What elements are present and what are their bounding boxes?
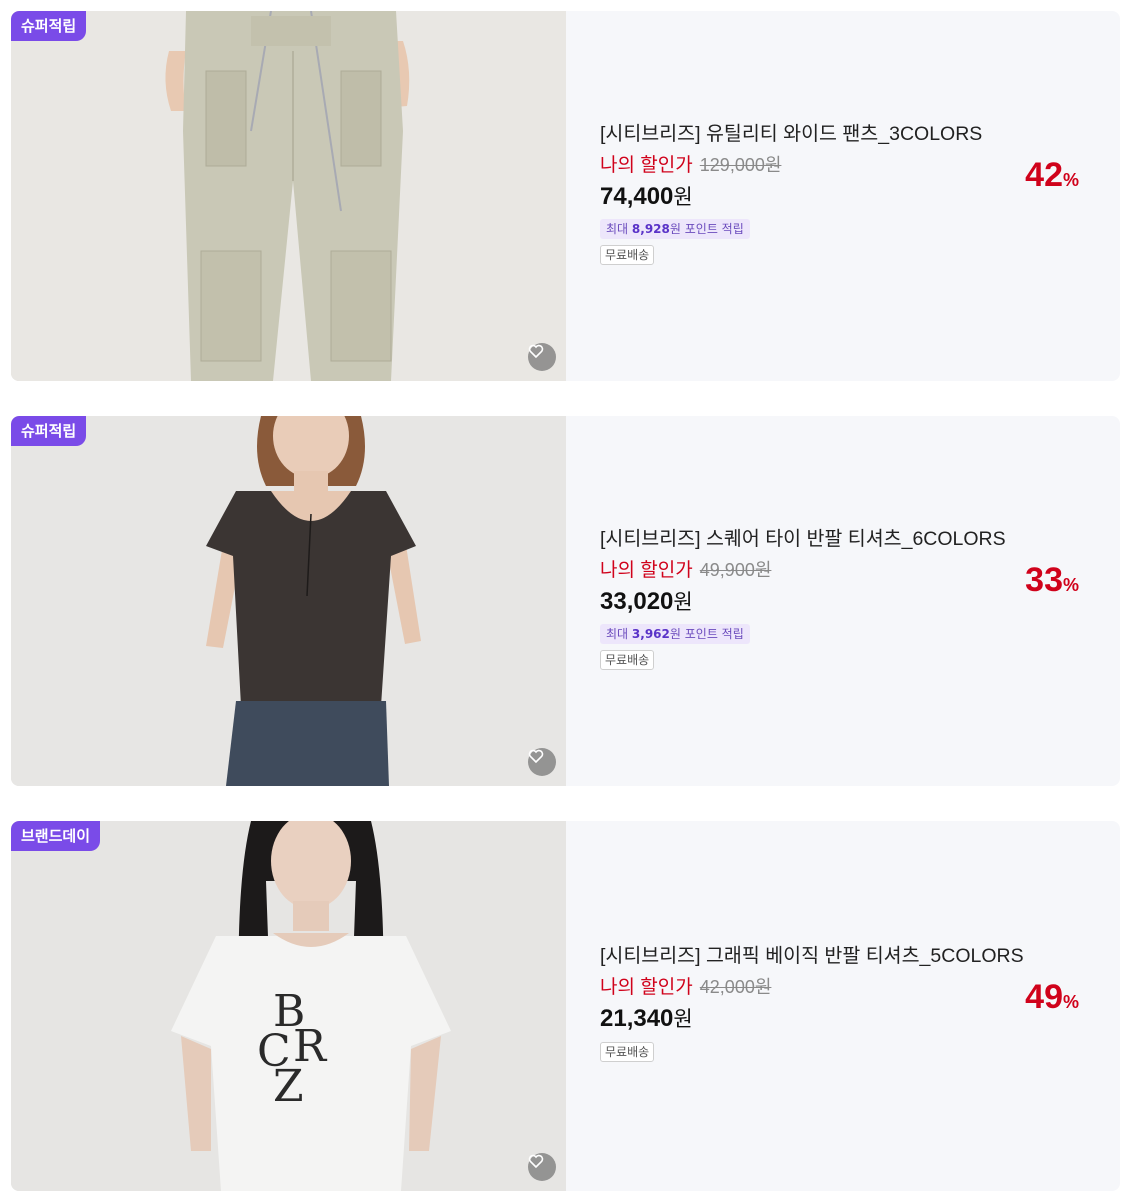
product-list: 슈퍼적립 [시티브리즈] 유틸리티 와이드 팬츠_3COLORS 나의 할인가 … — [0, 0, 1131, 1200]
discount-value: 49 — [1025, 978, 1063, 1016]
discount-unit: % — [1062, 992, 1079, 1012]
final-price: 33,020 — [600, 588, 674, 615]
point-amount: 8,928 — [631, 222, 670, 236]
free-shipping-chip: 무료배송 — [600, 1042, 655, 1062]
wishlist-button[interactable] — [528, 1153, 556, 1181]
discount-unit: % — [1062, 170, 1079, 190]
heart-icon — [528, 1154, 544, 1169]
svg-text:Z: Z — [273, 1061, 304, 1112]
final-price: 74,400 — [600, 183, 674, 210]
product-title[interactable]: [시티브리즈] 스퀘어 타이 반팔 티셔츠_6COLORS — [600, 526, 1100, 552]
product-image[interactable]: B C R Z 브랜드데이 — [11, 821, 566, 1191]
pants-photo — [11, 11, 566, 381]
discount-unit: % — [1062, 575, 1079, 595]
wishlist-button[interactable] — [528, 343, 556, 371]
currency-unit: 원 — [673, 186, 693, 209]
promo-badge: 브랜드데이 — [11, 821, 101, 851]
my-price-label: 나의 할인가 — [600, 560, 693, 581]
tee-photo — [11, 416, 566, 786]
product-card[interactable]: 슈퍼적립 [시티브리즈] 스퀘어 타이 반팔 티셔츠_6COLORS 나의 할인… — [11, 416, 1120, 786]
point-suffix: 원 포인트 적립 — [669, 222, 744, 236]
discount-rate: 33% — [1025, 561, 1079, 600]
point-prefix: 최대 — [606, 627, 629, 641]
heart-icon — [528, 344, 544, 359]
original-price: 42,000원 — [699, 977, 772, 997]
discount-value: 33 — [1025, 561, 1063, 599]
my-price-label: 나의 할인가 — [600, 977, 693, 998]
currency-unit: 원 — [673, 1008, 693, 1031]
graphic-tee-photo: B C R Z — [11, 821, 566, 1191]
my-price-label: 나의 할인가 — [600, 155, 693, 176]
promo-badge: 슈퍼적립 — [11, 11, 87, 41]
point-prefix: 최대 — [606, 222, 629, 236]
product-card[interactable]: 슈퍼적립 [시티브리즈] 유틸리티 와이드 팬츠_3COLORS 나의 할인가 … — [11, 11, 1120, 381]
product-card[interactable]: B C R Z 브랜드데이 [시티브리즈] 그래픽 베이직 반팔 티셔츠_5CO… — [11, 821, 1120, 1191]
product-image[interactable]: 슈퍼적립 — [11, 11, 566, 381]
discount-value: 42 — [1025, 156, 1063, 194]
currency-unit: 원 — [673, 591, 693, 614]
free-shipping-chip: 무료배송 — [600, 245, 655, 265]
point-suffix: 원 포인트 적립 — [669, 627, 744, 641]
heart-icon — [528, 749, 544, 764]
point-amount: 3,962 — [631, 627, 670, 641]
discount-rate: 49% — [1025, 978, 1079, 1017]
original-price: 129,000원 — [699, 155, 782, 175]
promo-badge: 슈퍼적립 — [11, 416, 87, 446]
product-title[interactable]: [시티브리즈] 그래픽 베이직 반팔 티셔츠_5COLORS — [600, 943, 1100, 969]
product-image[interactable]: 슈퍼적립 — [11, 416, 566, 786]
wishlist-button[interactable] — [528, 748, 556, 776]
final-price: 21,340 — [600, 1005, 674, 1032]
product-title[interactable]: [시티브리즈] 유틸리티 와이드 팬츠_3COLORS — [600, 121, 1100, 147]
point-chip: 최대 8,928원 포인트 적립 — [600, 219, 750, 239]
original-price: 49,900원 — [699, 560, 772, 580]
free-shipping-chip: 무료배송 — [600, 650, 655, 670]
discount-rate: 42% — [1025, 156, 1079, 195]
point-chip: 최대 3,962원 포인트 적립 — [600, 624, 750, 644]
